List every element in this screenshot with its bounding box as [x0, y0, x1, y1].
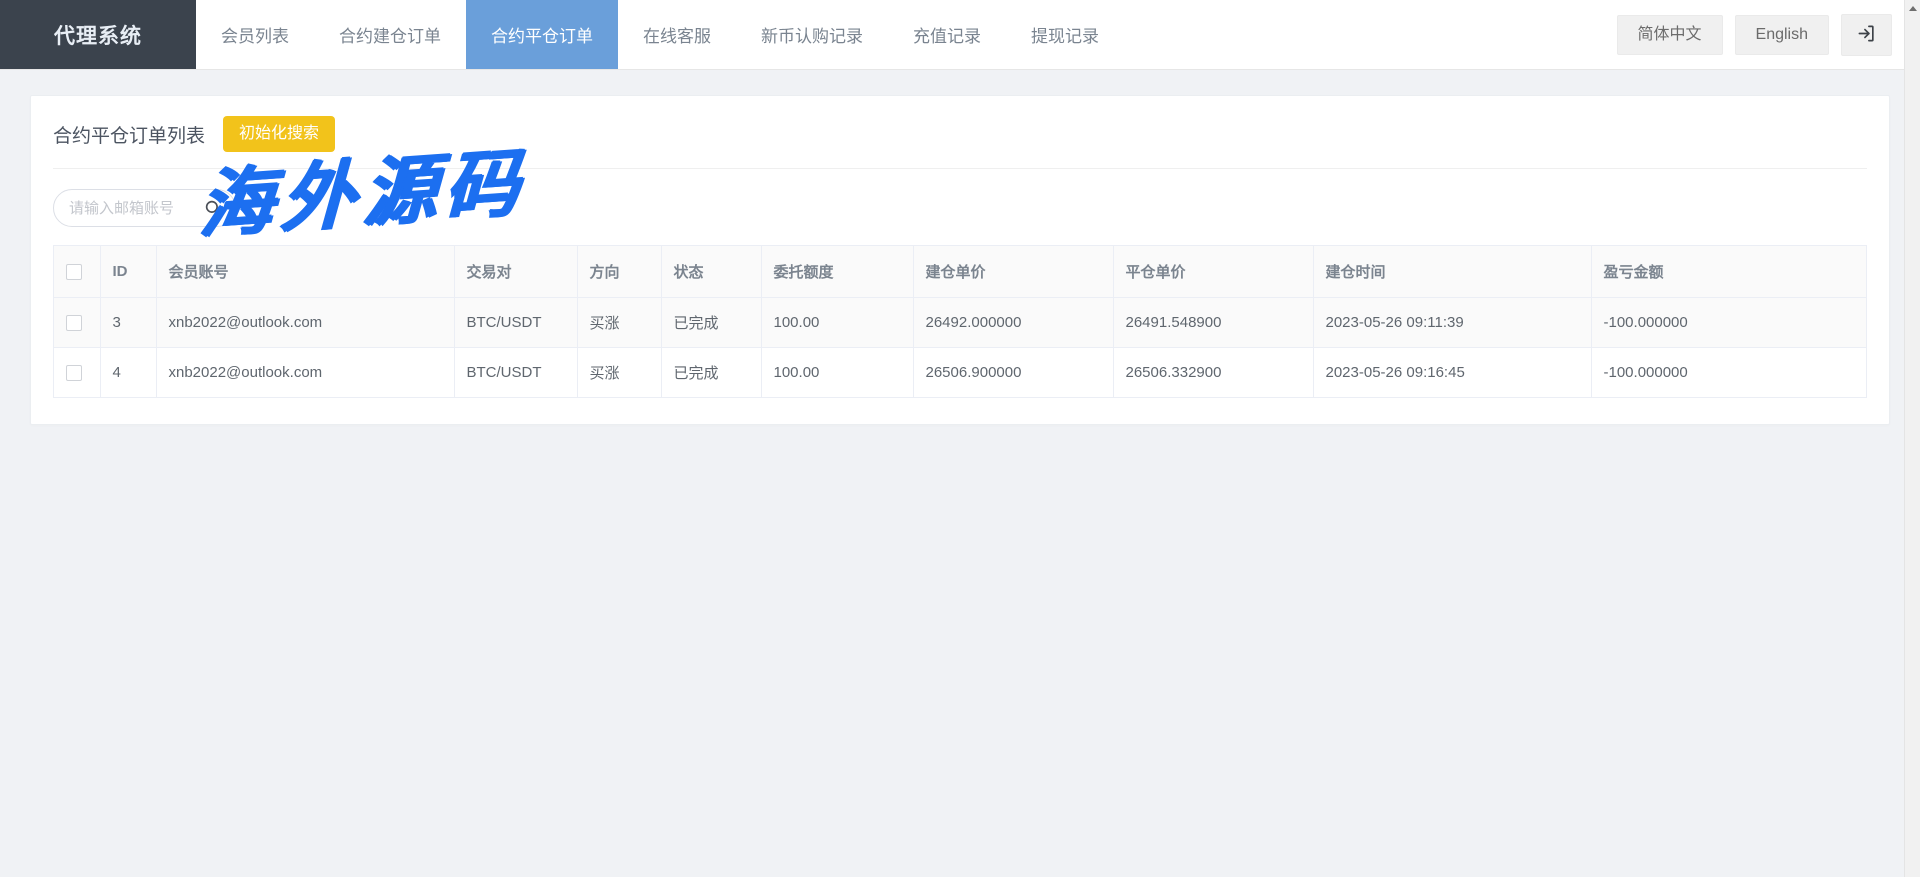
language-button-chinese[interactable]: 简体中文 [1617, 15, 1723, 55]
header-direction[interactable]: 方向 [577, 246, 661, 298]
cell-account: xnb2022@outlook.com [156, 298, 454, 348]
cell-direction: 买涨 [577, 348, 661, 398]
nav-item-deposit-records[interactable]: 充值记录 [888, 0, 1006, 69]
header-close-price[interactable]: 平仓单价 [1113, 246, 1313, 298]
search-box[interactable] [53, 189, 236, 227]
nav-items: 会员列表 合约建仓订单 合约平仓订单 在线客服 新币认购记录 充值记录 提现记录 [196, 0, 1124, 69]
select-all-header [54, 246, 100, 298]
nav-item-online-service[interactable]: 在线客服 [618, 0, 736, 69]
init-search-button[interactable]: 初始化搜索 [223, 116, 335, 152]
cell-id: 3 [100, 298, 156, 348]
search-row [53, 169, 1867, 245]
table-header-row: ID 会员账号 交易对 方向 状态 委托额度 建仓单价 平仓单价 建仓时间 盈亏… [54, 246, 1866, 298]
header-open-time[interactable]: 建仓时间 [1313, 246, 1591, 298]
language-button-english[interactable]: English [1735, 15, 1829, 55]
top-navbar: 代理系统 会员列表 合约建仓订单 合约平仓订单 在线客服 新币认购记录 充值记录… [0, 0, 1920, 70]
page-title: 合约平仓订单列表 [53, 121, 205, 148]
orders-table: ID 会员账号 交易对 方向 状态 委托额度 建仓单价 平仓单价 建仓时间 盈亏… [54, 246, 1866, 398]
cell-amount: 100.00 [761, 348, 913, 398]
select-all-checkbox[interactable] [66, 264, 82, 280]
card-header: 合约平仓订单列表 初始化搜索 [53, 116, 1867, 169]
nav-item-withdraw-records[interactable]: 提现记录 [1006, 0, 1124, 69]
nav-item-open-orders[interactable]: 合约建仓订单 [314, 0, 466, 69]
cell-account: xnb2022@outlook.com [156, 348, 454, 398]
table-row[interactable]: 3 xnb2022@outlook.com BTC/USDT 买涨 已完成 10… [54, 298, 1866, 348]
row-checkbox[interactable] [66, 365, 82, 381]
header-id[interactable]: ID [100, 246, 156, 298]
cell-close-price: 26506.332900 [1113, 348, 1313, 398]
cell-amount: 100.00 [761, 298, 913, 348]
header-open-price[interactable]: 建仓单价 [913, 246, 1113, 298]
content-area: 合约平仓订单列表 初始化搜索 [0, 70, 1920, 425]
orders-card: 合约平仓订单列表 初始化搜索 [30, 95, 1890, 425]
cell-open-price: 26506.900000 [913, 348, 1113, 398]
search-icon[interactable] [204, 199, 222, 217]
cell-pnl: -100.000000 [1591, 348, 1866, 398]
cell-status: 已完成 [661, 298, 761, 348]
table-body: 3 xnb2022@outlook.com BTC/USDT 买涨 已完成 10… [54, 298, 1866, 398]
header-pair[interactable]: 交易对 [454, 246, 577, 298]
search-input[interactable] [54, 190, 182, 226]
cell-id: 4 [100, 348, 156, 398]
orders-table-wrapper: ID 会员账号 交易对 方向 状态 委托额度 建仓单价 平仓单价 建仓时间 盈亏… [53, 245, 1867, 398]
header-pnl[interactable]: 盈亏金额 [1591, 246, 1866, 298]
nav-item-close-orders[interactable]: 合约平仓订单 [466, 0, 618, 69]
cell-open-time: 2023-05-26 09:11:39 [1313, 298, 1591, 348]
row-select-cell [54, 348, 100, 398]
navbar-actions: 简体中文 English [1617, 0, 1920, 69]
page-scrollbar[interactable] [1904, 0, 1920, 877]
cell-open-price: 26492.000000 [913, 298, 1113, 348]
scroll-up-arrow-icon[interactable] [1905, 0, 1920, 17]
table-row[interactable]: 4 xnb2022@outlook.com BTC/USDT 买涨 已完成 10… [54, 348, 1866, 398]
logout-icon [1857, 24, 1876, 46]
nav-item-new-coin-records[interactable]: 新币认购记录 [736, 0, 888, 69]
cell-pnl: -100.000000 [1591, 298, 1866, 348]
row-checkbox[interactable] [66, 315, 82, 331]
cell-pair: BTC/USDT [454, 348, 577, 398]
row-select-cell [54, 298, 100, 348]
cell-direction: 买涨 [577, 298, 661, 348]
cell-status: 已完成 [661, 348, 761, 398]
brand-logo: 代理系统 [0, 0, 196, 69]
cell-close-price: 26491.548900 [1113, 298, 1313, 348]
logout-button[interactable] [1841, 14, 1892, 56]
nav-item-member-list[interactable]: 会员列表 [196, 0, 314, 69]
table-head: ID 会员账号 交易对 方向 状态 委托额度 建仓单价 平仓单价 建仓时间 盈亏… [54, 246, 1866, 298]
header-account[interactable]: 会员账号 [156, 246, 454, 298]
cell-pair: BTC/USDT [454, 298, 577, 348]
header-status[interactable]: 状态 [661, 246, 761, 298]
cell-open-time: 2023-05-26 09:16:45 [1313, 348, 1591, 398]
header-amount[interactable]: 委托额度 [761, 246, 913, 298]
